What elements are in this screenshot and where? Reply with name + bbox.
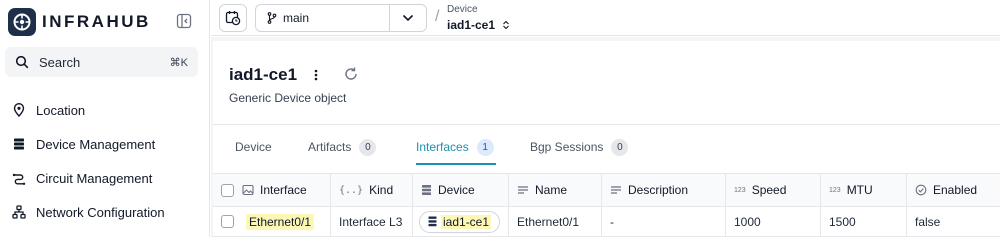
column-label: Enabled bbox=[933, 183, 978, 197]
column-header-device[interactable]: Device bbox=[412, 174, 508, 206]
sidebar-item-device-management[interactable]: Device Management bbox=[12, 133, 155, 155]
column-header-mtu[interactable]: 123 MTU bbox=[820, 174, 906, 206]
number-type-icon: 123 bbox=[829, 186, 841, 194]
tab-label: Bgp Sessions bbox=[530, 140, 604, 154]
more-vertical-icon[interactable] bbox=[313, 68, 319, 82]
server-stack-icon bbox=[421, 184, 432, 196]
row-checkbox[interactable] bbox=[221, 215, 234, 228]
search-button[interactable]: Search ⌘K bbox=[5, 47, 198, 77]
cell-value: Ethernet0/1 bbox=[517, 214, 580, 229]
cell-description: - bbox=[601, 207, 725, 236]
column-label: MTU bbox=[846, 183, 873, 197]
sidebar-item-label: Device Management bbox=[36, 136, 156, 152]
sidebar-item-location[interactable]: Location bbox=[12, 99, 85, 121]
interface-link[interactable]: Ethernet0/1 bbox=[246, 213, 315, 230]
chevron-up-down-icon[interactable] bbox=[502, 20, 510, 30]
circuit-icon bbox=[12, 171, 26, 185]
tab-interfaces[interactable]: Interfaces 1 bbox=[416, 135, 494, 159]
sidebar-item-label: Location bbox=[36, 102, 86, 118]
server-stack-icon bbox=[428, 216, 437, 227]
column-header-enabled[interactable]: Enabled bbox=[906, 174, 1000, 206]
logo-text: INFRAHUB bbox=[42, 12, 151, 31]
column-header-speed[interactable]: 123 Speed bbox=[725, 174, 820, 206]
tab-bgp-sessions[interactable]: Bgp Sessions 0 bbox=[530, 135, 629, 159]
page-title: iad1-ce1 bbox=[229, 65, 298, 84]
refresh-icon[interactable] bbox=[343, 66, 359, 82]
column-label: Kind bbox=[369, 183, 394, 197]
tab-label: Interfaces bbox=[416, 140, 469, 154]
tab-artifacts[interactable]: Artifacts 0 bbox=[308, 135, 377, 159]
branch-selector[interactable]: main bbox=[255, 4, 427, 32]
topbar: main / Device iad1-ce1 bbox=[211, 0, 1000, 36]
tab-count-badge: 0 bbox=[359, 138, 377, 156]
location-pin-icon bbox=[12, 103, 26, 117]
breadcrumb[interactable]: Device iad1-ce1 bbox=[447, 4, 510, 34]
object-details-card: iad1-ce1 Generic Device object Device Ar… bbox=[213, 41, 1000, 237]
cell-mtu: 1500 bbox=[820, 207, 906, 236]
breadcrumb-separator: / bbox=[435, 8, 440, 25]
cell-kind: Interface L3 bbox=[330, 207, 412, 236]
column-label: Name bbox=[535, 183, 568, 197]
logo[interactable]: INFRAHUB bbox=[8, 8, 151, 36]
calendar-clock-icon bbox=[225, 10, 241, 26]
check-circle-icon bbox=[915, 184, 927, 196]
network-icon bbox=[12, 205, 26, 219]
tab-count-badge: 0 bbox=[611, 138, 629, 156]
time-travel-button[interactable] bbox=[219, 4, 247, 32]
branch-name: main bbox=[283, 11, 310, 25]
breadcrumb-kind: Device bbox=[447, 4, 478, 15]
cell-interface[interactable]: Ethernet0/1 bbox=[213, 207, 330, 236]
chevron-down-icon[interactable] bbox=[390, 14, 426, 22]
cell-device: iad1-ce1 bbox=[412, 207, 508, 236]
sidebar-item-label: Network Configuration bbox=[36, 204, 165, 220]
server-stack-icon bbox=[12, 137, 26, 151]
cell-value: false bbox=[915, 214, 941, 229]
breadcrumb-value: iad1-ce1 bbox=[447, 18, 496, 32]
active-tab-indicator bbox=[416, 163, 496, 165]
sidebar: INFRAHUB Search ⌘K Location Device Manag… bbox=[0, 0, 210, 237]
table-header: Interface {..} Kind Device Name Descript… bbox=[213, 173, 1000, 207]
text-lines-icon bbox=[610, 185, 622, 195]
image-icon bbox=[242, 184, 254, 196]
cell-enabled: false bbox=[906, 207, 1000, 236]
search-shortcut: ⌘K bbox=[169, 56, 188, 69]
select-all-checkbox[interactable] bbox=[221, 183, 234, 197]
column-header-interface[interactable]: Interface bbox=[213, 174, 330, 206]
device-pill[interactable]: iad1-ce1 bbox=[419, 210, 501, 233]
git-branch-icon bbox=[267, 12, 277, 24]
sidebar-item-circuit-management[interactable]: Circuit Management bbox=[12, 167, 152, 189]
search-label: Search bbox=[39, 54, 81, 70]
tab-label: Artifacts bbox=[308, 140, 352, 154]
tab-device[interactable]: Device bbox=[235, 135, 272, 159]
sidebar-item-network-configuration[interactable]: Network Configuration bbox=[12, 201, 165, 223]
cell-value: Interface L3 bbox=[339, 214, 403, 229]
column-label: Interface bbox=[260, 183, 307, 197]
collapse-sidebar-icon[interactable] bbox=[176, 13, 192, 29]
column-header-description[interactable]: Description bbox=[601, 174, 725, 206]
tabs-divider bbox=[213, 124, 1000, 125]
braces-icon: {..} bbox=[339, 184, 364, 196]
tab-count-badge: 1 bbox=[476, 138, 494, 156]
tab-label: Device bbox=[235, 140, 272, 154]
number-type-icon: 123 bbox=[734, 186, 746, 194]
column-header-name[interactable]: Name bbox=[508, 174, 601, 206]
column-label: Description bbox=[628, 183, 689, 197]
cell-name: Ethernet0/1 bbox=[508, 207, 601, 236]
cell-speed: 1000 bbox=[725, 207, 820, 236]
cell-value: 1000 bbox=[734, 214, 761, 229]
page-subtitle: Generic Device object bbox=[229, 91, 347, 105]
search-icon bbox=[15, 55, 29, 69]
infrahub-logo-icon bbox=[8, 8, 36, 36]
column-header-kind[interactable]: {..} Kind bbox=[330, 174, 412, 206]
text-lines-icon bbox=[517, 185, 529, 195]
column-label: Speed bbox=[751, 183, 787, 197]
main-content: iad1-ce1 Generic Device object Device Ar… bbox=[211, 37, 1000, 237]
column-label: Device bbox=[438, 183, 475, 197]
cell-value: - bbox=[610, 214, 614, 229]
sidebar-item-label: Circuit Management bbox=[36, 170, 153, 186]
device-pill-label: iad1-ce1 bbox=[441, 214, 492, 229]
app-window: INFRAHUB Search ⌘K Location Device Manag… bbox=[0, 0, 1000, 237]
table-row[interactable]: Ethernet0/1 Interface L3 iad1-ce1 Ethern… bbox=[213, 207, 1000, 237]
cell-value: 1500 bbox=[829, 214, 856, 229]
